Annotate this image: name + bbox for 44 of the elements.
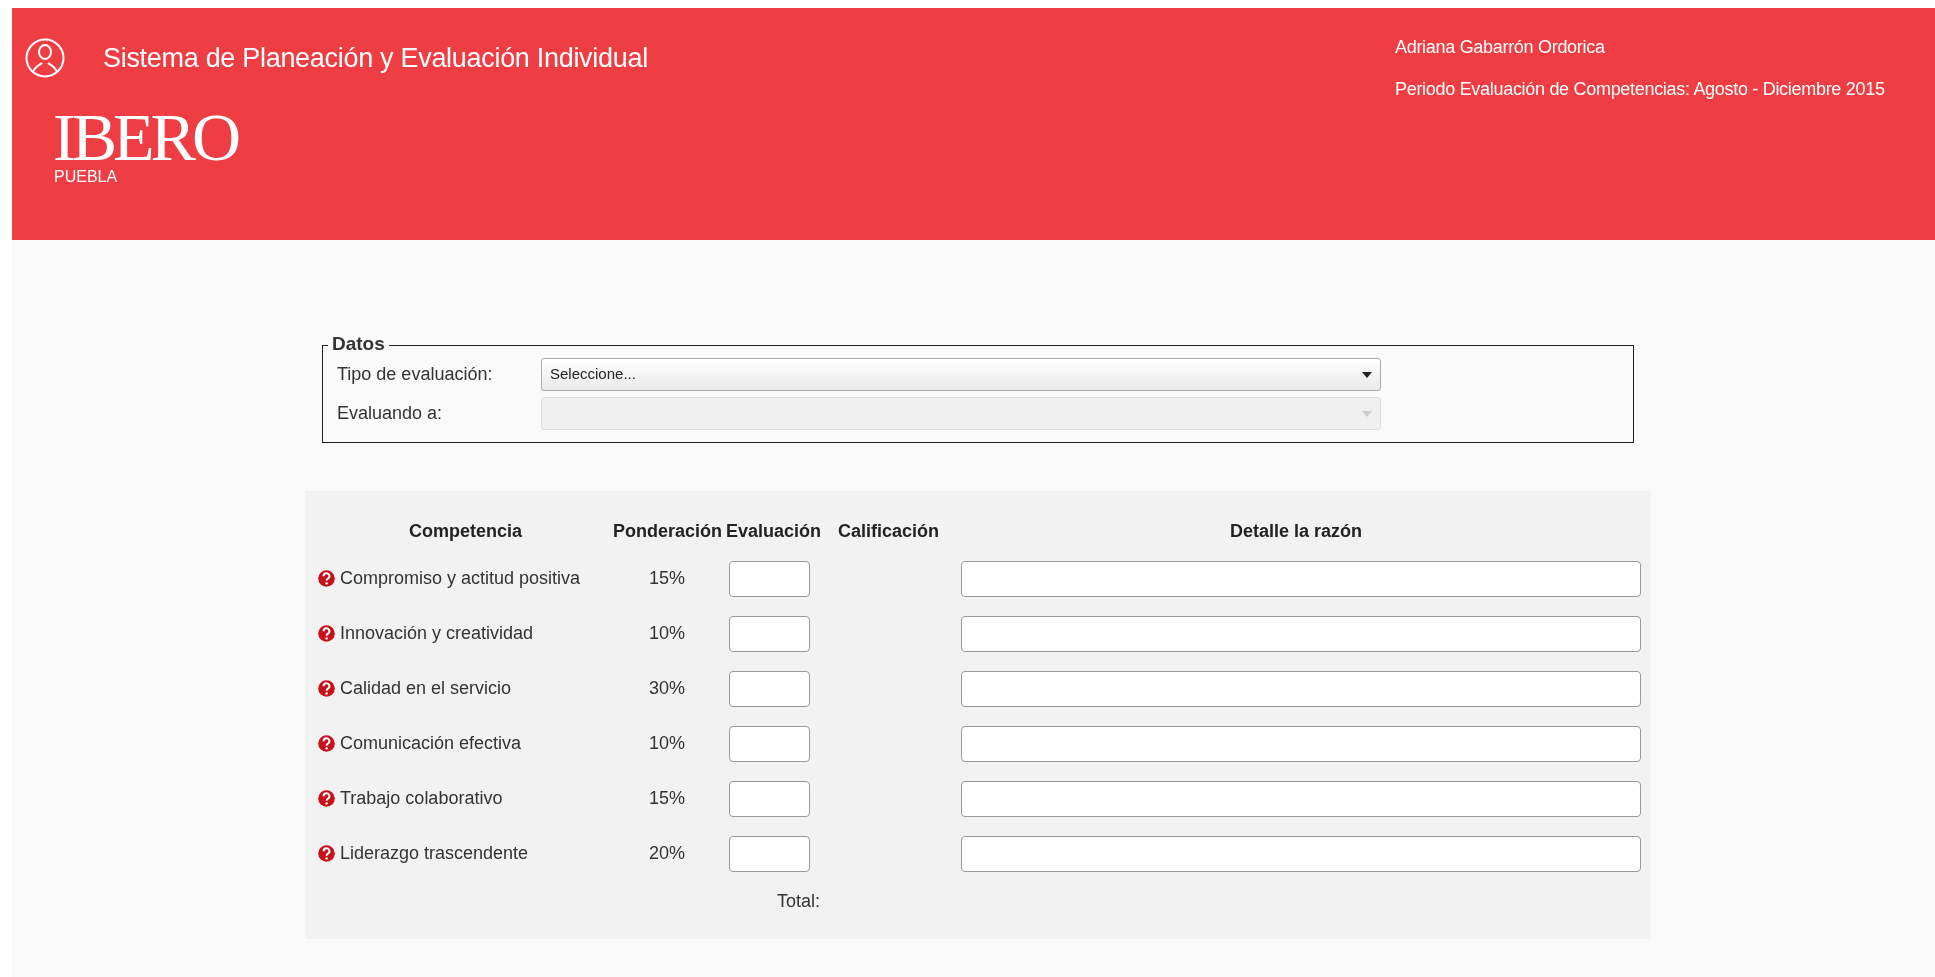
reason-input[interactable]: [961, 615, 1641, 652]
evaluation-input[interactable]: [729, 835, 810, 872]
weight-value: 20%: [649, 843, 685, 863]
evaluation-input[interactable]: [729, 615, 810, 652]
help-icon[interactable]: [318, 790, 335, 807]
competency-name: Comunicación efectiva: [340, 732, 522, 755]
column-header: Ponderación: [613, 519, 721, 543]
field-label: Tipo de evaluación:: [337, 363, 494, 386]
app-title: Sistema de Planeación y Evaluación Individual: [103, 41, 648, 75]
reason-input[interactable]: [961, 670, 1641, 707]
weight-value: 15%: [649, 568, 685, 588]
weight-value: 30%: [649, 678, 685, 698]
help-icon[interactable]: [318, 735, 335, 752]
competency-name: Compromiso y actitud positiva: [340, 567, 581, 590]
column-header: Competencia: [408, 519, 523, 543]
reason-input[interactable]: [961, 835, 1641, 872]
weight-value: 10%: [649, 623, 685, 643]
help-icon[interactable]: [318, 570, 335, 587]
help-icon[interactable]: [318, 845, 335, 862]
competency-name: Liderazgo trascendente: [340, 842, 529, 865]
evaluation-input[interactable]: [729, 780, 810, 817]
user-name: Adriana Gabarrón Ordorica: [1395, 36, 1606, 59]
column-header: Calificación: [837, 519, 940, 543]
logo-subtitle: PUEBLA: [54, 169, 119, 185]
competency-name: Trabajo colaborativo: [340, 787, 503, 810]
competency-name: Innovación y creatividad: [340, 622, 534, 645]
help-icon[interactable]: [318, 625, 335, 642]
reason-input[interactable]: [961, 725, 1641, 762]
select-field[interactable]: Seleccione...: [541, 358, 1381, 391]
help-icon[interactable]: [318, 680, 335, 697]
column-header: Detalle la razón: [1228, 519, 1363, 543]
evaluation-period: Periodo Evaluación de Competencias: Agosto - Diciembre 2015: [1395, 78, 1886, 101]
field-label: Evaluando a:: [337, 402, 444, 425]
column-header: Evaluación: [724, 519, 822, 543]
evaluation-input[interactable]: [729, 670, 810, 707]
reason-input[interactable]: [961, 560, 1641, 597]
evaluation-input[interactable]: [729, 725, 810, 762]
weight-value: 10%: [649, 733, 685, 753]
total-label: Total:: [776, 890, 820, 911]
weight-value: 15%: [649, 788, 685, 808]
evaluation-input[interactable]: [729, 560, 810, 597]
reason-input[interactable]: [961, 780, 1641, 817]
logo-wordmark: IBERO: [53, 103, 239, 171]
competency-name: Calidad en el servicio: [340, 677, 512, 700]
